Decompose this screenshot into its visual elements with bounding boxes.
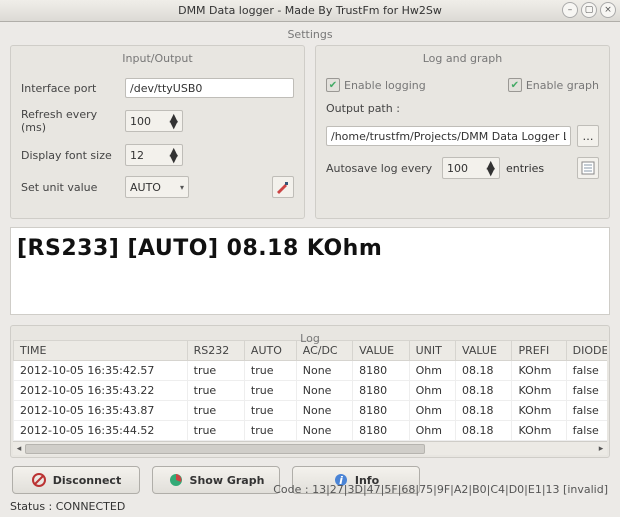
table-cell: true xyxy=(244,421,296,441)
font-spinner[interactable]: 12 ▲▼ xyxy=(125,144,183,166)
disconnect-button[interactable]: Disconnect xyxy=(12,466,140,494)
log-table: TIMERS232AUTOAC/DCVALUEUNITVALUEPREFIDIO… xyxy=(13,340,607,441)
status-code: Code : 13|27|3D|47|5F|68|75|9F|A2|B0|C4|… xyxy=(273,483,608,496)
table-cell: KOhm xyxy=(512,381,566,401)
spinner-arrows-icon[interactable]: ▲▼ xyxy=(487,161,495,175)
table-cell: 2012-10-05 16:35:42.57 xyxy=(14,361,188,381)
table-cell: None xyxy=(296,421,352,441)
font-label: Display font size xyxy=(21,149,119,162)
log-title: Log xyxy=(11,332,609,345)
table-cell: 08.18 xyxy=(456,401,512,421)
enable-logging-label: Enable logging xyxy=(344,79,426,92)
unit-label: Set unit value xyxy=(21,181,119,194)
horizontal-scrollbar[interactable]: ◂ ▸ xyxy=(13,441,607,455)
table-cell: Ohm xyxy=(409,361,455,381)
enable-graph-checkbox[interactable] xyxy=(508,78,522,92)
table-cell: 8180 xyxy=(353,381,409,401)
output-path-label: Output path : xyxy=(326,102,400,115)
spinner-arrows-icon[interactable]: ▲▼ xyxy=(170,114,178,128)
table-cell: 2012-10-05 16:35:44.52 xyxy=(14,421,188,441)
panel-io-title: Input/Output xyxy=(11,52,304,65)
table-cell: true xyxy=(244,361,296,381)
autosave-suffix: entries xyxy=(506,162,544,175)
interface-port-input[interactable] xyxy=(125,78,294,98)
browse-path-button[interactable]: … xyxy=(577,125,599,147)
table-cell: KOhm xyxy=(512,361,566,381)
table-cell: false xyxy=(566,401,607,421)
table-cell: Ohm xyxy=(409,421,455,441)
disconnect-label: Disconnect xyxy=(53,474,121,487)
table-cell: 8180 xyxy=(353,421,409,441)
table-cell: 08.18 xyxy=(456,421,512,441)
scroll-left-icon[interactable]: ◂ xyxy=(13,442,25,456)
log-table-scroll[interactable]: TIMERS232AUTOAC/DCVALUEUNITVALUEPREFIDIO… xyxy=(13,340,607,441)
scroll-right-icon[interactable]: ▸ xyxy=(595,442,607,456)
maximize-icon[interactable]: ▢ xyxy=(581,2,597,18)
minimize-icon[interactable]: – xyxy=(562,2,578,18)
window-controls: – ▢ × xyxy=(562,2,616,18)
table-cell: KOhm xyxy=(512,421,566,441)
enable-graph-label: Enable graph xyxy=(526,79,599,92)
table-cell: Ohm xyxy=(409,401,455,421)
table-cell: true xyxy=(244,401,296,421)
panel-input-output: Input/Output Interface port Refresh ever… xyxy=(10,45,305,219)
settings-tool-icon[interactable] xyxy=(272,176,294,198)
table-cell: None xyxy=(296,381,352,401)
table-cell: 2012-10-05 16:35:43.87 xyxy=(14,401,188,421)
refresh-value: 100 xyxy=(130,115,151,128)
table-cell: None xyxy=(296,401,352,421)
table-cell: true xyxy=(187,361,244,381)
table-row[interactable]: 2012-10-05 16:35:43.22truetrueNone8180Oh… xyxy=(14,381,608,401)
table-row[interactable]: 2012-10-05 16:35:44.52truetrueNone8180Oh… xyxy=(14,421,608,441)
table-cell: None xyxy=(296,361,352,381)
table-cell: Ohm xyxy=(409,381,455,401)
measurement-display: [RS233] [AUTO] 08.18 KOhm xyxy=(10,227,610,315)
autosave-label: Autosave log every xyxy=(326,162,436,175)
refresh-spinner[interactable]: 100 ▲▼ xyxy=(125,110,183,132)
settings-heading: Settings xyxy=(10,28,610,41)
scrollbar-thumb[interactable] xyxy=(25,444,425,454)
interface-port-label: Interface port xyxy=(21,82,119,95)
disconnect-icon xyxy=(31,472,47,488)
table-cell: false xyxy=(566,381,607,401)
enable-logging-checkbox[interactable] xyxy=(326,78,340,92)
table-cell: 2012-10-05 16:35:43.22 xyxy=(14,381,188,401)
unit-combo[interactable]: AUTO ▾ xyxy=(125,176,189,198)
graph-icon xyxy=(168,472,184,488)
panel-log-graph: Log and graph Enable logging Enable grap… xyxy=(315,45,610,219)
close-icon[interactable]: × xyxy=(600,2,616,18)
table-cell: true xyxy=(187,421,244,441)
table-row[interactable]: 2012-10-05 16:35:42.57truetrueNone8180Oh… xyxy=(14,361,608,381)
table-cell: true xyxy=(187,381,244,401)
notes-icon[interactable] xyxy=(577,157,599,179)
table-cell: 08.18 xyxy=(456,361,512,381)
log-section: Log TIMERS232AUTOAC/DCVALUEUNITVALUEPREF… xyxy=(10,325,610,458)
font-value: 12 xyxy=(130,149,144,162)
unit-value: AUTO xyxy=(130,181,161,194)
window-title: DMM Data logger - Made By TrustFm for Hw… xyxy=(178,4,442,17)
table-cell: 08.18 xyxy=(456,381,512,401)
table-row[interactable]: 2012-10-05 16:35:43.87truetrueNone8180Oh… xyxy=(14,401,608,421)
autosave-spinner[interactable]: 100 ▲▼ xyxy=(442,157,500,179)
output-path-input[interactable] xyxy=(326,126,571,146)
show-graph-button[interactable]: Show Graph xyxy=(152,466,280,494)
status-label: Status : CONNECTED xyxy=(10,500,610,513)
table-cell: 8180 xyxy=(353,361,409,381)
chevron-down-icon: ▾ xyxy=(180,184,184,191)
autosave-value: 100 xyxy=(447,162,468,175)
measurement-text: [RS233] [AUTO] 08.18 KOhm xyxy=(17,236,603,261)
panel-lg-title: Log and graph xyxy=(316,52,609,65)
titlebar: DMM Data logger - Made By TrustFm for Hw… xyxy=(0,0,620,22)
refresh-label: Refresh every (ms) xyxy=(21,108,119,134)
spinner-arrows-icon[interactable]: ▲▼ xyxy=(170,148,178,162)
table-cell: false xyxy=(566,361,607,381)
table-cell: KOhm xyxy=(512,401,566,421)
table-cell: 8180 xyxy=(353,401,409,421)
table-cell: true xyxy=(244,381,296,401)
table-cell: true xyxy=(187,401,244,421)
table-cell: false xyxy=(566,421,607,441)
show-graph-label: Show Graph xyxy=(190,474,265,487)
